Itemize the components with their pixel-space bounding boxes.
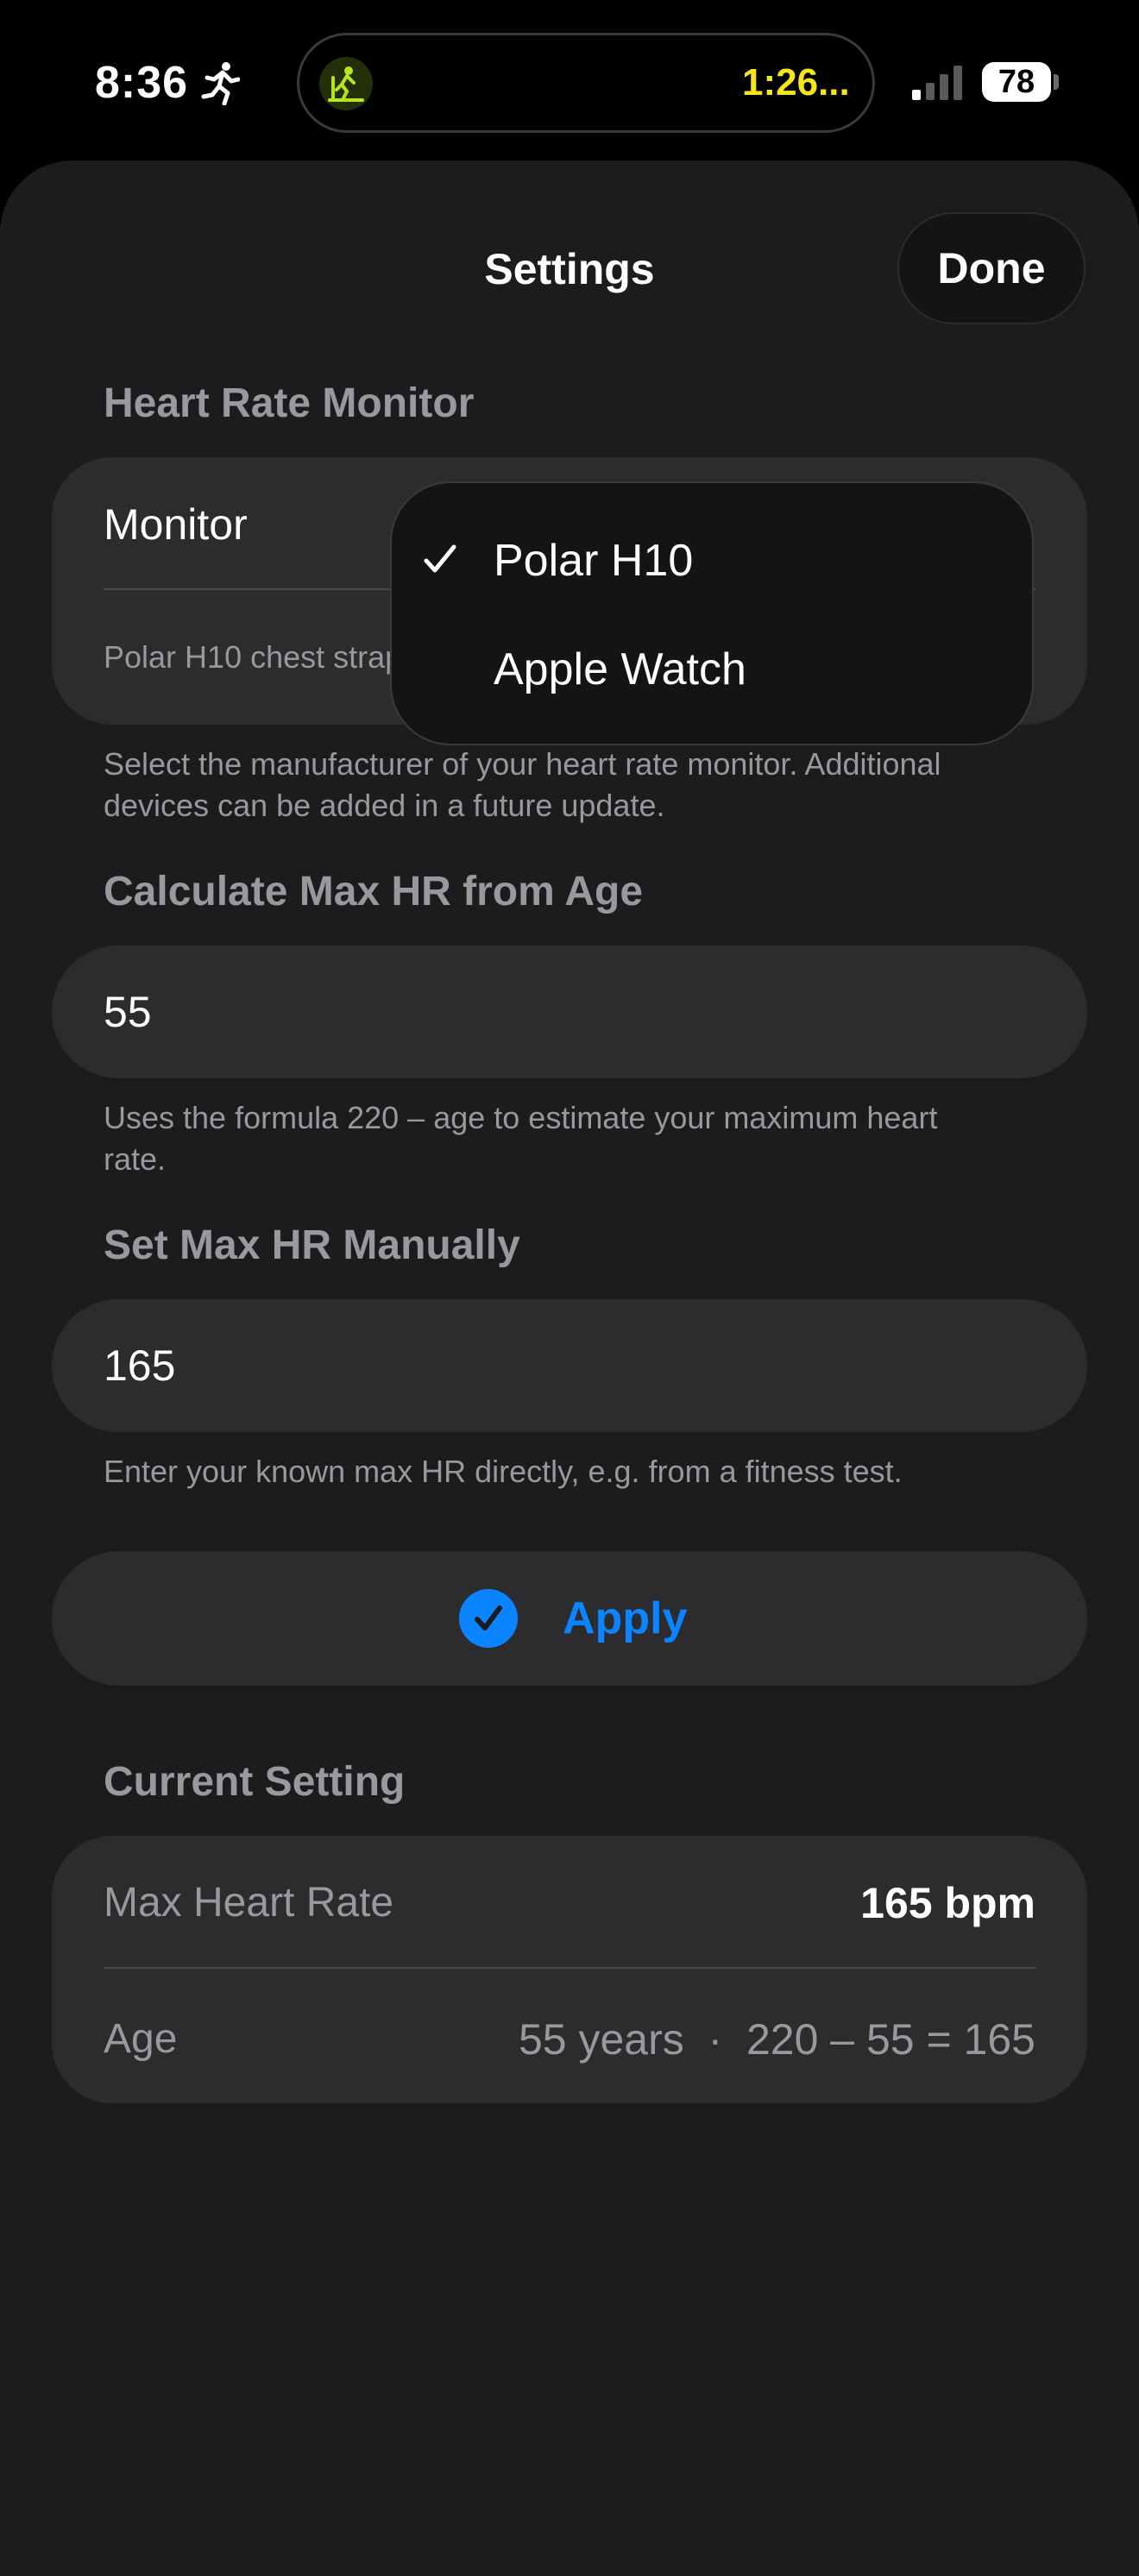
row-label-age: Age	[104, 2016, 178, 2062]
row-value-max-hr: 165 bpm	[860, 1879, 1035, 1927]
battery-icon: 78	[982, 62, 1051, 102]
age-input[interactable]: 55	[104, 984, 152, 1040]
menu-item-apple-watch[interactable]: Apple Watch	[494, 642, 746, 697]
running-figure-icon	[201, 62, 240, 105]
treadmill-icon	[319, 57, 373, 110]
monitor-footnote: Select the manufacturer of your heart ra…	[104, 746, 941, 823]
apply-label[interactable]: Apply	[563, 1591, 687, 1646]
status-time: 8:36	[95, 58, 189, 108]
age-field[interactable]	[52, 946, 1087, 1078]
row-value-age: 55 years · 220 – 55 = 165	[518, 2015, 1035, 2064]
monitor-subtitle: Polar H10 chest strap	[104, 639, 397, 675]
island-timer: 1:26...	[742, 61, 850, 104]
max-hr-field[interactable]	[52, 1299, 1087, 1432]
section-header-manual: Set Max HR Manually	[104, 1222, 520, 1268]
checkmark-icon	[421, 540, 459, 586]
monitor-label[interactable]: Monitor	[104, 497, 248, 552]
section-header-heart-rate-monitor: Heart Rate Monitor	[104, 380, 475, 426]
max-hr-input[interactable]: 165	[104, 1338, 175, 1393]
divider	[104, 1967, 1035, 1969]
battery-cap	[1054, 74, 1059, 90]
section-header-current: Current Setting	[104, 1759, 406, 1805]
monitor-dropdown-menu	[390, 481, 1034, 745]
done-button[interactable]: Done	[897, 212, 1086, 324]
age-footnote: Uses the formula 220 – age to estimate y…	[104, 1100, 938, 1177]
signal-bars-icon	[912, 66, 962, 100]
menu-item-polar-h10[interactable]: Polar H10	[494, 533, 693, 588]
section-header-age: Calculate Max HR from Age	[104, 869, 644, 914]
manual-footnote: Enter your known max HR directly, e.g. f…	[104, 1454, 903, 1489]
row-label-max-hr: Max Heart Rate	[104, 1880, 394, 1926]
checkmark-circle-icon	[459, 1589, 518, 1648]
